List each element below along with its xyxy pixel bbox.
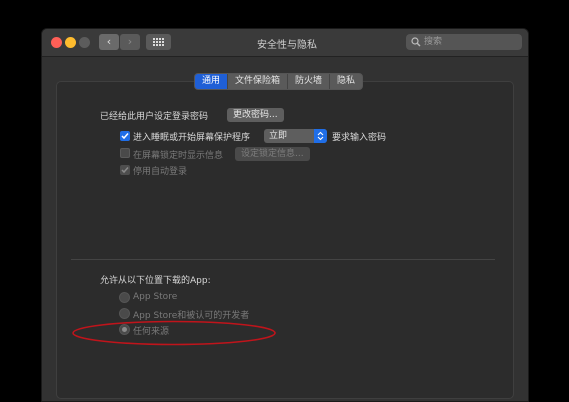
tab-filevault[interactable]: 文件保险箱: [227, 74, 287, 89]
checkmark-icon: [121, 167, 129, 174]
tab-privacy[interactable]: 隐私: [329, 74, 362, 89]
close-window-button[interactable]: [51, 37, 62, 48]
updown-chevron-icon: [317, 131, 324, 141]
show-all-button[interactable]: [146, 34, 171, 50]
section-divider: [71, 259, 495, 260]
select-value: 立即: [269, 131, 288, 141]
radio-app-store[interactable]: [119, 292, 130, 303]
radio-app-store-label: App Store: [133, 292, 178, 302]
tab-bar: 通用 文件保险箱 防火墙 隐私: [194, 73, 364, 90]
zoom-window-button[interactable]: [79, 37, 90, 48]
radio-app-store-identified[interactable]: [119, 308, 130, 319]
tab-general[interactable]: 通用: [195, 74, 228, 89]
set-lock-message-button[interactable]: 设定锁定信息...: [235, 147, 310, 161]
grid-icon: [153, 38, 164, 46]
disable-autologin-checkbox[interactable]: [120, 165, 130, 175]
window-title: 安全性与隐私: [257, 40, 317, 51]
search-icon: [411, 37, 421, 47]
show-lock-message-checkbox[interactable]: [120, 148, 130, 158]
change-password-button[interactable]: 更改密码...: [227, 108, 284, 122]
tab-firewall[interactable]: 防火墙: [287, 74, 329, 89]
back-button[interactable]: ‹: [99, 34, 119, 50]
show-lock-message-label: 在屏幕锁定时显示信息: [133, 151, 224, 161]
forward-button[interactable]: ›: [120, 34, 140, 50]
disable-autologin-label: 停用自动登录: [133, 167, 188, 177]
select-arrow: [314, 129, 327, 143]
require-password-label: 进入睡眠或开始屏幕保护程序: [133, 133, 251, 143]
password-set-label: 已经给此用户设定登录密码: [100, 112, 209, 122]
minimize-window-button[interactable]: [65, 37, 76, 48]
checkmark-icon: [121, 133, 129, 140]
require-password-suffix: 要求输入密码: [332, 133, 387, 143]
require-password-delay-select[interactable]: 立即: [264, 129, 327, 143]
search-field[interactable]: 搜索: [406, 34, 522, 50]
downloads-heading: 允许从以下位置下载的App:: [100, 276, 211, 286]
chevron-right-icon: ›: [127, 35, 133, 48]
red-annotation-ellipse: [72, 320, 276, 346]
require-password-checkbox[interactable]: [120, 131, 130, 141]
chevron-left-icon: ‹: [106, 35, 112, 48]
search-placeholder: 搜索: [424, 37, 443, 47]
title-bar: ‹ › 安全性与隐私 搜索: [42, 29, 528, 57]
